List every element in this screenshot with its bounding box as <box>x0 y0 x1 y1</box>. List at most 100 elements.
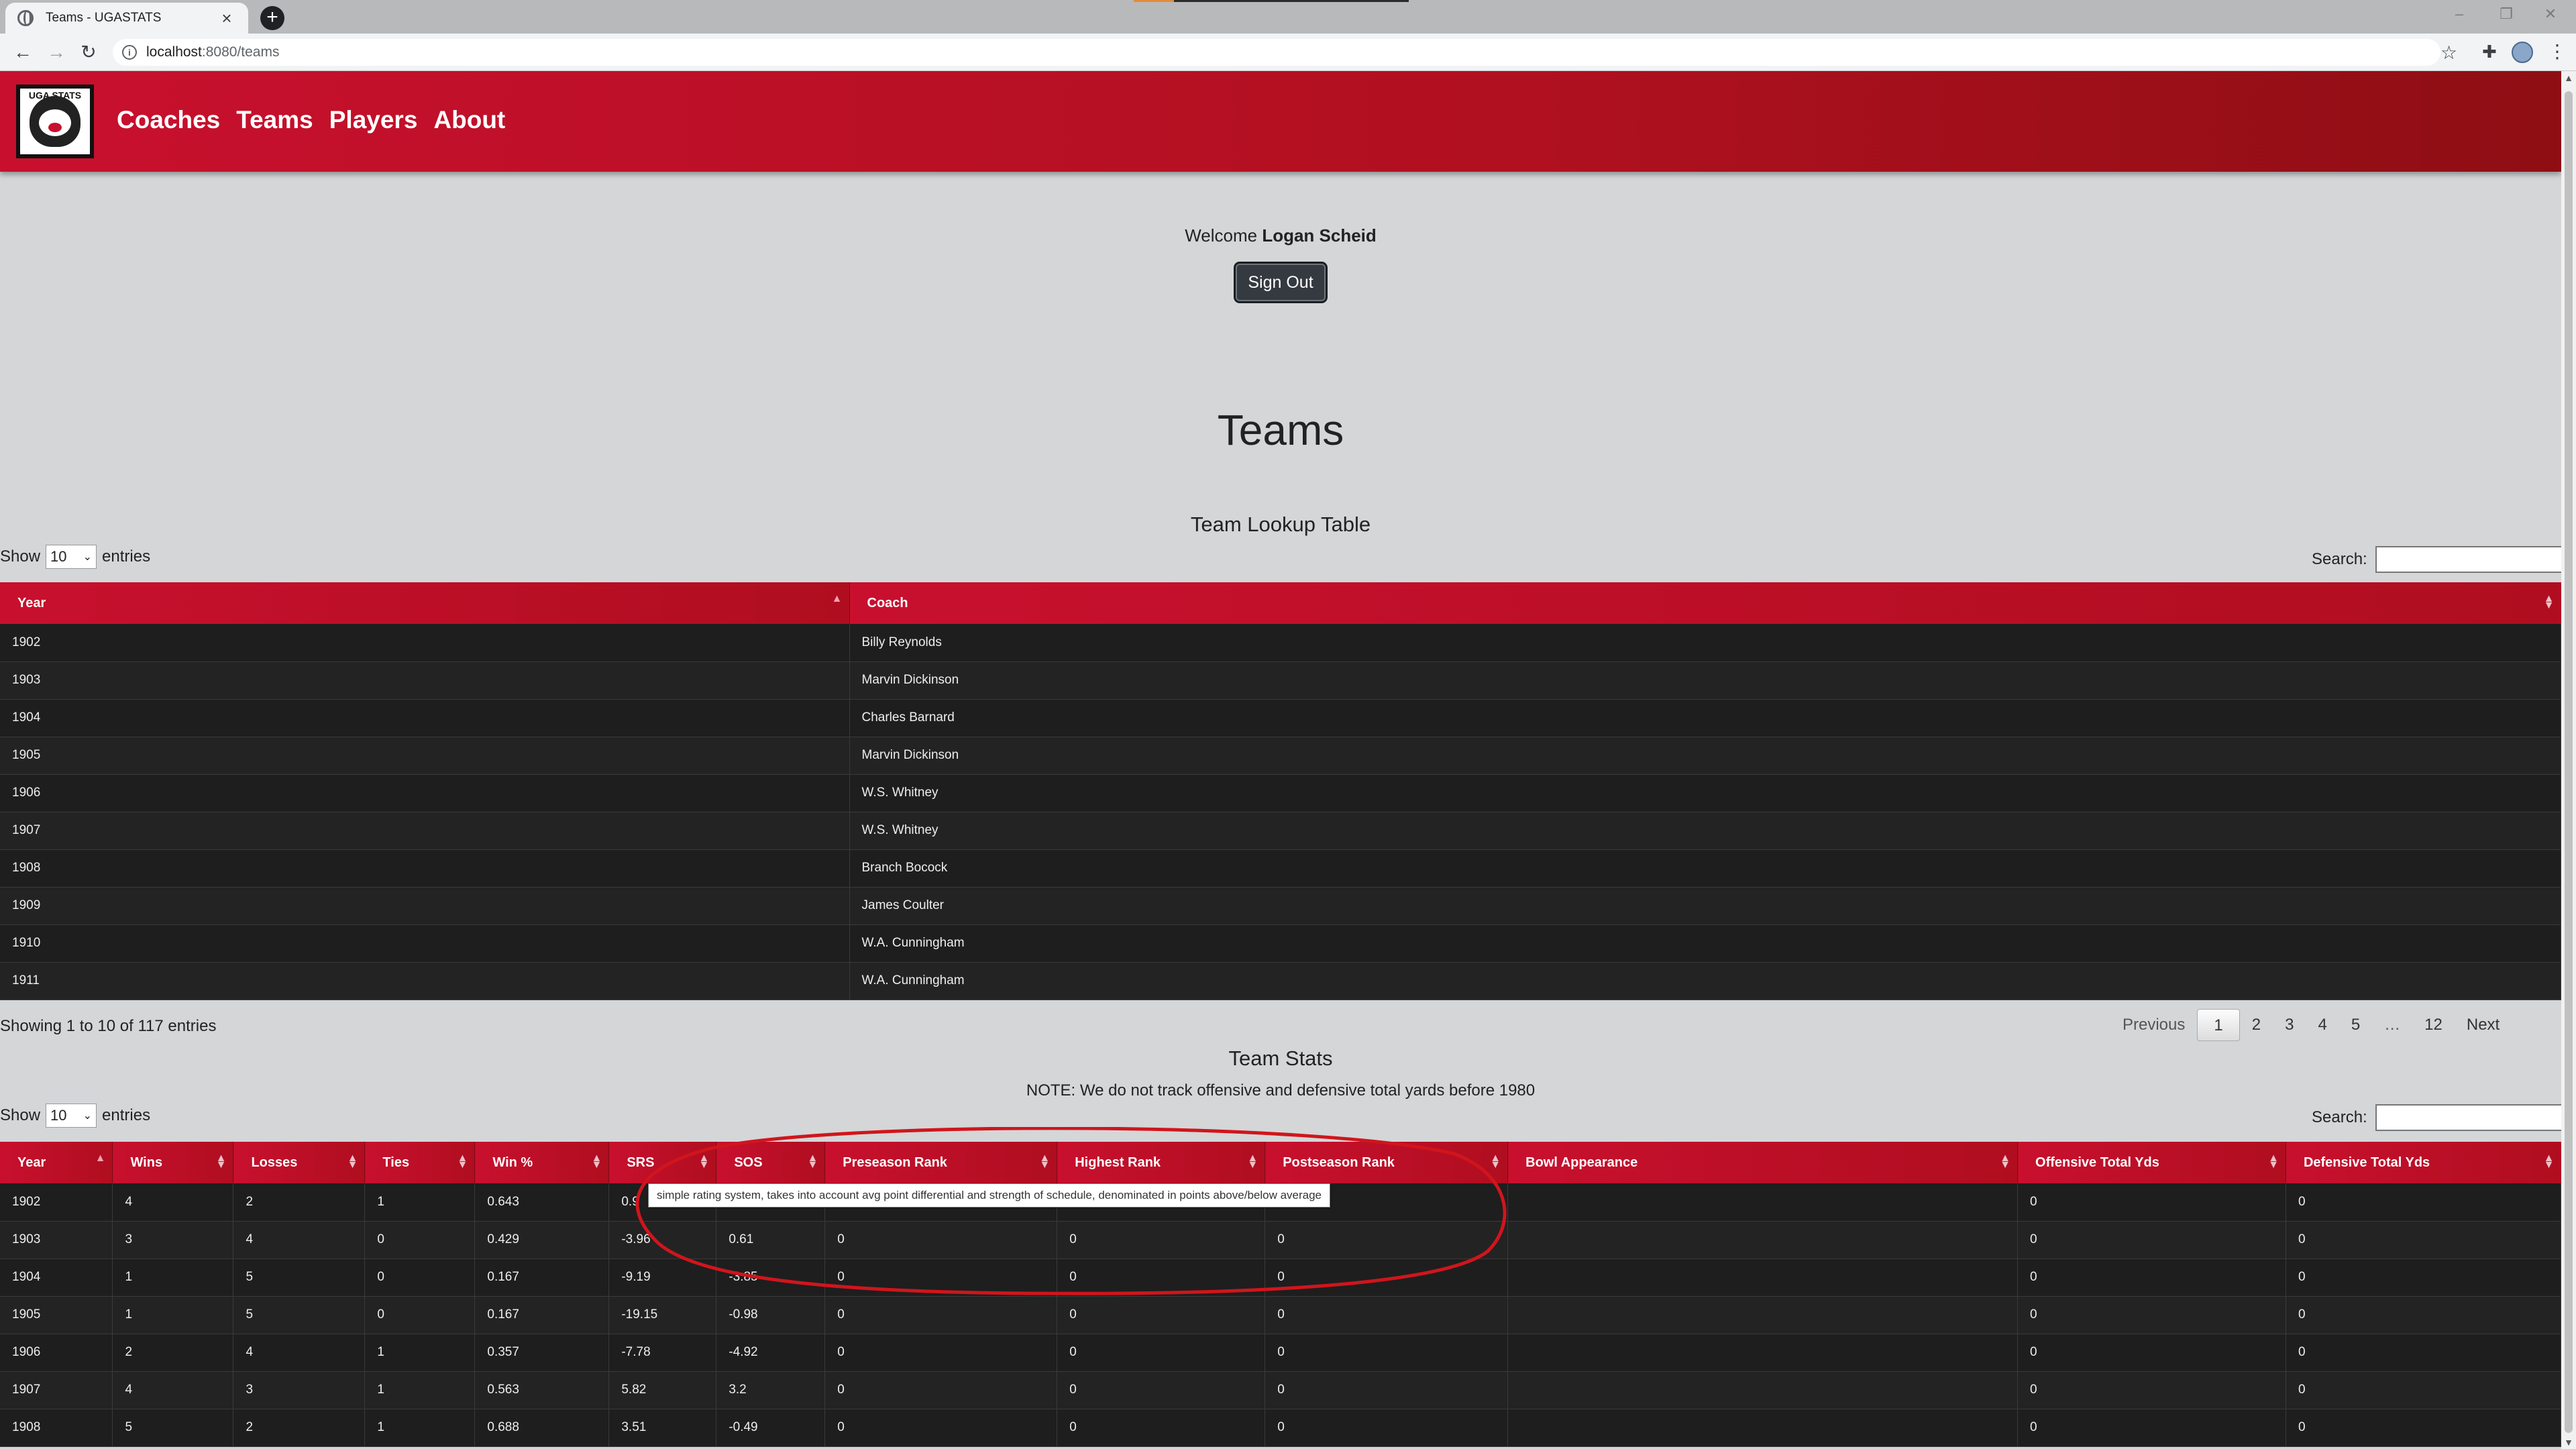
cell-year: 1903 <box>0 661 850 700</box>
pagination-previous[interactable]: Previous <box>2110 1009 2197 1041</box>
sort-icon: ▲ ▼ <box>2543 593 2555 611</box>
cell-wins: 4 <box>112 1371 234 1409</box>
nav-link-players[interactable]: Players <box>329 106 418 134</box>
window-close-icon[interactable]: ✕ <box>2537 5 2564 23</box>
stats-search-input[interactable] <box>2375 1104 2561 1131</box>
table-row[interactable]: 1907 W.S. Whitney <box>0 812 2561 850</box>
cell-wins: 3 <box>112 1221 234 1259</box>
uga-stats-logo[interactable]: UGA STATS <box>16 85 94 158</box>
column-header-preseason-rank[interactable]: Preseason Rank ▲ ▼ <box>824 1142 1058 1183</box>
cell-year: 1906 <box>0 774 850 812</box>
cell-sos: -0.98 <box>716 1296 826 1334</box>
column-header-defensive-total-yds[interactable]: Defensive Total Yds ▲ ▼ <box>2286 1142 2561 1183</box>
cell-srs: -19.15 <box>608 1296 717 1334</box>
site-info-icon[interactable]: i <box>122 45 137 60</box>
chevron-down-icon: ⌄ <box>83 1110 93 1122</box>
pagination-next[interactable]: Next <box>2455 1009 2512 1041</box>
stats-entries-select[interactable]: 10 ⌄ <box>46 1104 97 1128</box>
column-header-ties[interactable]: Ties ▲ ▼ <box>364 1142 476 1183</box>
table-row[interactable]: 1909 James Coulter <box>0 887 2561 925</box>
column-header-srs[interactable]: SRS ▲ ▼ <box>608 1142 717 1183</box>
maximize-icon[interactable]: ❐ <box>2493 5 2520 23</box>
table-row[interactable]: 1906 W.S. Whitney <box>0 774 2561 812</box>
back-arrow-icon[interactable]: ← <box>11 40 35 64</box>
table-row[interactable]: 1906 2 4 1 0.357 -7.78 -4.92 0 0 0 0 0 <box>0 1334 2561 1372</box>
column-header-offensive-total-yds[interactable]: Offensive Total Yds ▲ ▼ <box>2017 1142 2286 1183</box>
pagination-page[interactable]: 3 <box>2273 1009 2306 1041</box>
table-row[interactable]: 1910 W.A. Cunningham <box>0 924 2561 963</box>
forward-arrow-icon[interactable]: → <box>44 40 68 64</box>
scrollbar-thumb[interactable] <box>2565 91 2573 1433</box>
cell-postseason-rank: 0 <box>1265 1409 1509 1447</box>
table-row[interactable]: 1908 5 2 1 0.688 3.51 -0.49 0 0 0 0 0 <box>0 1409 2561 1447</box>
column-header-wins[interactable]: Wins ▲ ▼ <box>112 1142 234 1183</box>
cell-ties: 1 <box>364 1334 476 1372</box>
cell-year: 1905 <box>0 737 850 775</box>
pagination-page[interactable]: 2 <box>2240 1009 2273 1041</box>
nav-link-about[interactable]: About <box>433 106 505 134</box>
cell-year: 1907 <box>0 1371 113 1409</box>
cell-highest-rank: 0 <box>1057 1371 1266 1409</box>
table-row[interactable]: 1902 Billy Reynolds <box>0 624 2561 662</box>
stats-length-control: Show 10 ⌄ entries <box>0 1104 150 1128</box>
cell-ties: 1 <box>364 1371 476 1409</box>
column-header-highest-rank[interactable]: Highest Rank ▲ ▼ <box>1057 1142 1266 1183</box>
table-row[interactable]: 1907 4 3 1 0.563 5.82 3.2 0 0 0 0 0 <box>0 1371 2561 1409</box>
column-header-year[interactable]: Year ▲ <box>0 1142 113 1183</box>
cell-coach: Charles Barnard <box>849 699 2561 737</box>
lookup-search-input[interactable] <box>2375 546 2561 573</box>
column-header-year[interactable]: Year ▲ <box>0 582 850 624</box>
pagination-page[interactable]: 5 <box>2339 1009 2372 1041</box>
browser-menu-icon[interactable]: ⋮ <box>2548 40 2567 62</box>
table-row[interactable]: 1908 Branch Bocock <box>0 849 2561 888</box>
pagination-page[interactable]: 12 <box>2412 1009 2455 1041</box>
table-row[interactable]: 1911 W.A. Cunningham <box>0 962 2561 1000</box>
profile-avatar[interactable] <box>2512 42 2533 63</box>
new-tab-button[interactable]: + <box>260 6 284 30</box>
table-row[interactable]: 1905 1 5 0 0.167 -19.15 -0.98 0 0 0 0 0 <box>0 1296 2561 1334</box>
cell-coach: Billy Reynolds <box>849 624 2561 662</box>
column-header-bowl-appearance[interactable]: Bowl Appearance ▲ ▼ <box>1507 1142 2019 1183</box>
lookup-pagination: Previous 1 2 3 4 5… 12 Next <box>2110 1009 2512 1041</box>
page-scrollbar[interactable]: ▲ ▼ <box>2561 71 2576 1449</box>
table-row[interactable]: 1903 3 4 0 0.429 -3.96 0.61 0 0 0 0 0 <box>0 1221 2561 1259</box>
column-header-postseason-rank[interactable]: Postseason Rank ▲ ▼ <box>1265 1142 1509 1183</box>
cell-bowl-appearance <box>1507 1409 2019 1447</box>
cell-ties: 0 <box>364 1221 476 1259</box>
cell-ties: 1 <box>364 1409 476 1447</box>
browser-tab[interactable]: Teams - UGASTATS × <box>5 3 248 34</box>
nav-link-teams[interactable]: Teams <box>236 106 313 134</box>
column-header-sos[interactable]: SOS ▲ ▼ <box>716 1142 826 1183</box>
lookup-table-title: Team Lookup Table <box>1190 513 1371 536</box>
address-bar[interactable]: i localhost:8080/teams <box>113 39 2440 66</box>
scroll-up-icon[interactable]: ▲ <box>2561 72 2576 83</box>
reload-icon[interactable]: ↻ <box>76 40 101 64</box>
lookup-entries-select[interactable]: 10 ⌄ <box>46 545 97 569</box>
cell-year: 1905 <box>0 1296 113 1334</box>
lookup-length-control: Show 10 ⌄ entries <box>0 545 150 569</box>
cell-bowl-appearance <box>1507 1296 2019 1334</box>
cell-offensive-total-yds: 0 <box>2017 1258 2286 1297</box>
close-tab-icon[interactable]: × <box>217 8 236 29</box>
minimize-icon[interactable]: – <box>2446 5 2473 23</box>
sign-out-button[interactable]: Sign Out <box>1236 264 1326 301</box>
table-row[interactable]: 1904 Charles Barnard <box>0 699 2561 737</box>
table-row[interactable]: 1905 Marvin Dickinson <box>0 737 2561 775</box>
cell-year: 1910 <box>0 924 850 963</box>
pagination-page[interactable]: 1 <box>2197 1009 2240 1041</box>
column-header-losses[interactable]: Losses ▲ ▼ <box>233 1142 366 1183</box>
table-row[interactable]: 1903 Marvin Dickinson <box>0 661 2561 700</box>
column-header-coach[interactable]: Coach ▲ ▼ <box>849 582 2561 624</box>
extensions-puzzle-icon[interactable]: ✚ <box>2482 42 2497 62</box>
nav-link-coaches[interactable]: Coaches <box>117 106 220 134</box>
stats-note: NOTE: We do not track offensive and defe… <box>1026 1081 1536 1099</box>
cell-win: 0.167 <box>474 1296 610 1334</box>
bookmark-star-icon[interactable]: ☆ <box>2440 42 2457 64</box>
scroll-down-icon[interactable]: ▼ <box>2561 1437 2576 1448</box>
pagination-page[interactable]: 4 <box>2306 1009 2339 1041</box>
url-text: localhost:8080/teams <box>146 44 280 60</box>
column-header-win[interactable]: Win % ▲ ▼ <box>474 1142 610 1183</box>
cell-sos: -4.92 <box>716 1334 826 1372</box>
table-row[interactable]: 1904 1 5 0 0.167 -9.19 -3.85 0 0 0 0 0 <box>0 1258 2561 1297</box>
cell-year: 1911 <box>0 962 850 1000</box>
